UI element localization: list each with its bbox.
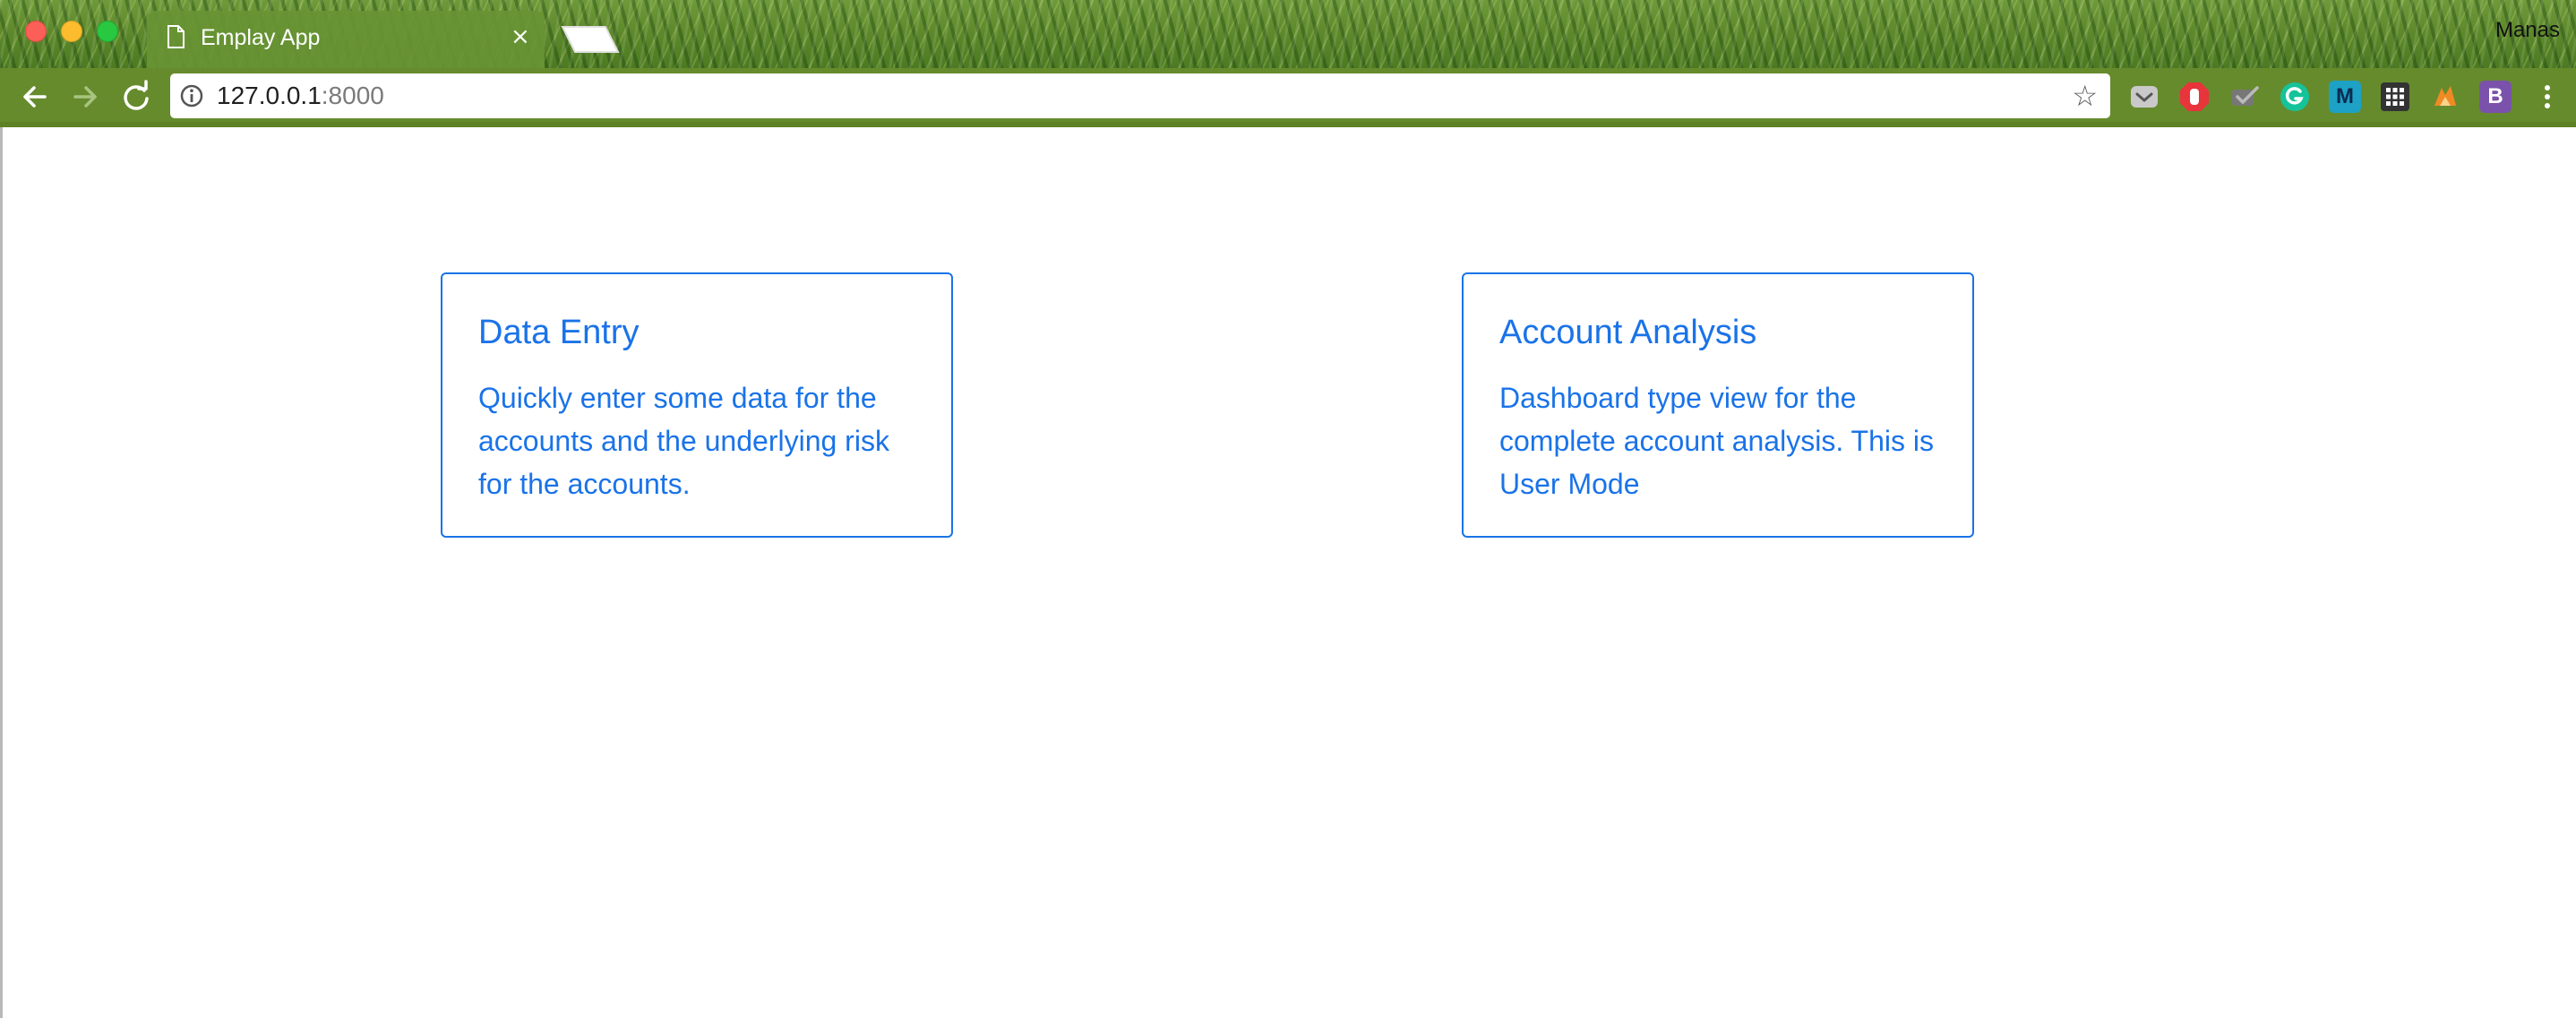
browser-titlebar: Emplay App × Manas: [0, 0, 2576, 68]
page-icon: [167, 25, 185, 48]
maximize-window-button[interactable]: [97, 21, 118, 42]
bootstrap-icon[interactable]: B: [2479, 81, 2512, 113]
toolbar-divider: [0, 122, 2576, 127]
forward-arrow-icon[interactable]: [66, 77, 106, 116]
card-title[interactable]: Data Entry: [478, 312, 640, 353]
close-window-button[interactable]: [25, 21, 47, 42]
bookmark-star-icon[interactable]: ☆: [2072, 81, 2098, 111]
account-analysis-card[interactable]: Account Analysis Dashboard type view for…: [1462, 272, 1974, 538]
address-bar[interactable]: 127.0.0.1:8000 ☆: [170, 73, 2110, 118]
info-icon[interactable]: [179, 83, 204, 108]
card-text: Quickly enter some data for the accounts…: [478, 382, 889, 500]
m-icon[interactable]: M: [2329, 81, 2361, 113]
grammarly-icon[interactable]: [2279, 81, 2311, 113]
data-entry-card[interactable]: Data Entry Quickly enter some data for t…: [441, 272, 953, 538]
new-tab-button[interactable]: [561, 25, 620, 54]
menu-dots-icon[interactable]: [2531, 81, 2563, 113]
tab-close-icon[interactable]: ×: [511, 23, 530, 50]
url-text: 127.0.0.1:8000: [217, 82, 384, 109]
fox-icon[interactable]: [2429, 81, 2461, 113]
checkmark-icon[interactable]: [2228, 81, 2261, 113]
back-arrow-icon[interactable]: [14, 77, 54, 116]
tab-title: Emplay App: [201, 25, 321, 50]
reload-icon[interactable]: [116, 77, 156, 116]
card-text: Dashboard type view for the complete acc…: [1499, 382, 1934, 500]
minimize-window-button[interactable]: [61, 21, 82, 42]
url-port: :8000: [321, 82, 384, 109]
page-edge: [0, 127, 3, 1018]
url-host: 127.0.0.1: [217, 82, 322, 109]
apps-grid-icon[interactable]: [2379, 81, 2411, 113]
profile-name[interactable]: Manas: [2495, 18, 2560, 43]
pocket-icon[interactable]: [2128, 81, 2160, 113]
card-title[interactable]: Account Analysis: [1499, 312, 1756, 353]
browser-toolbar: 127.0.0.1:8000 ☆ M B: [0, 68, 2576, 125]
adblock-icon[interactable]: [2178, 81, 2211, 113]
browser-tab[interactable]: Emplay App ×: [147, 11, 545, 68]
